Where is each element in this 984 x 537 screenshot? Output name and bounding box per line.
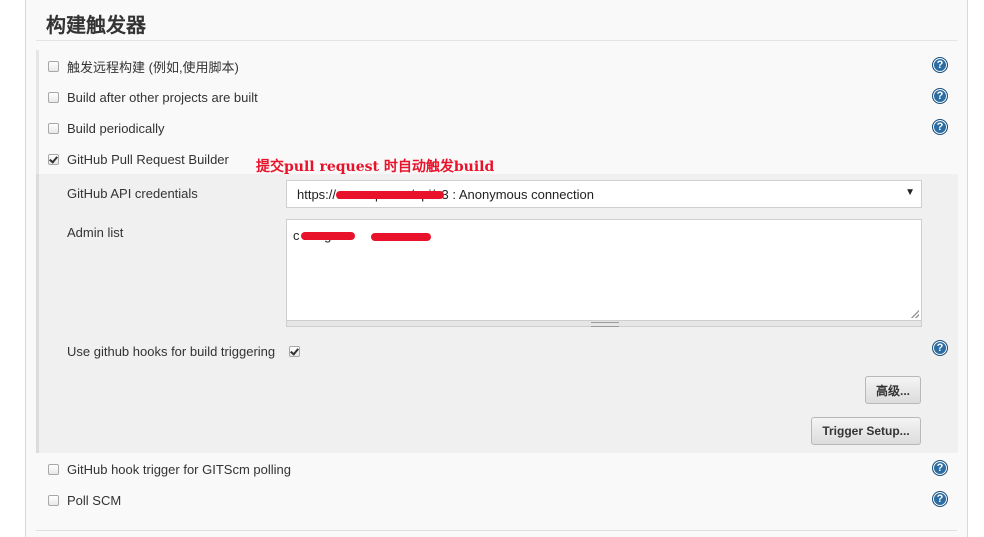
checkbox-icon[interactable]	[48, 60, 59, 72]
section-title: 构建触发器	[46, 15, 146, 37]
admin-list-label: Admin list	[67, 225, 124, 240]
trigger-periodically-row[interactable]: Build periodically	[48, 118, 165, 138]
trigger-setup-button[interactable]: Trigger Setup...	[811, 417, 921, 445]
checkbox-icon[interactable]	[289, 345, 301, 357]
help-icon[interactable]: ?	[932, 460, 948, 476]
annotation-note: 提交pull request 时自动触发build	[256, 159, 495, 175]
trigger-github-hook-row[interactable]: GitHub hook trigger for GITScm polling	[48, 459, 291, 479]
resize-grip-icon[interactable]	[911, 310, 919, 318]
section-divider	[36, 40, 957, 41]
advanced-button[interactable]: 高级...	[865, 376, 921, 404]
trigger-remote-build-row[interactable]: 触发远程构建 (例如,使用脚本)	[48, 56, 239, 76]
trigger-github-pr-builder-label: GitHub Pull Request Builder	[67, 151, 229, 167]
redaction-mark	[301, 232, 355, 240]
help-icon[interactable]: ?	[932, 119, 948, 135]
credentials-label: GitHub API credentials	[67, 186, 198, 201]
use-hooks-row[interactable]: Use github hooks for build triggering	[67, 341, 308, 361]
trigger-poll-scm-label: Poll SCM	[67, 492, 122, 508]
checkbox-icon[interactable]	[48, 153, 59, 165]
grip-icon[interactable]	[591, 322, 619, 327]
redaction-mark	[336, 191, 444, 199]
checkbox-icon[interactable]	[48, 91, 59, 103]
help-icon[interactable]: ?	[932, 340, 948, 356]
trigger-after-other-projects-row[interactable]: Build after other projects are built	[48, 87, 258, 107]
checkbox-icon[interactable]	[48, 463, 59, 475]
section-bottom-divider	[36, 530, 957, 531]
help-icon[interactable]: ?	[932, 57, 948, 73]
trigger-github-hook-label: GitHub hook trigger for GITScm polling	[67, 461, 291, 477]
trigger-remote-build-label: 触发远程构建 (例如,使用脚本)	[67, 59, 239, 75]
ghprb-indent-bar	[36, 174, 39, 453]
help-icon[interactable]: ?	[932, 491, 948, 507]
checkbox-icon[interactable]	[48, 122, 59, 134]
trigger-after-other-projects-label: Build after other projects are built	[67, 89, 258, 105]
textarea-resize-handle[interactable]	[286, 321, 922, 327]
help-icon[interactable]: ?	[932, 88, 948, 104]
trigger-periodically-label: Build periodically	[67, 120, 165, 136]
trigger-github-pr-builder-row[interactable]: GitHub Pull Request Builder	[48, 149, 229, 169]
trigger-poll-scm-row[interactable]: Poll SCM	[48, 490, 121, 510]
use-hooks-label: Use github hooks for build triggering	[67, 343, 276, 359]
checkbox-icon[interactable]	[48, 494, 59, 506]
chevron-down-icon[interactable]: ▼	[905, 187, 915, 198]
redaction-mark	[371, 233, 431, 241]
